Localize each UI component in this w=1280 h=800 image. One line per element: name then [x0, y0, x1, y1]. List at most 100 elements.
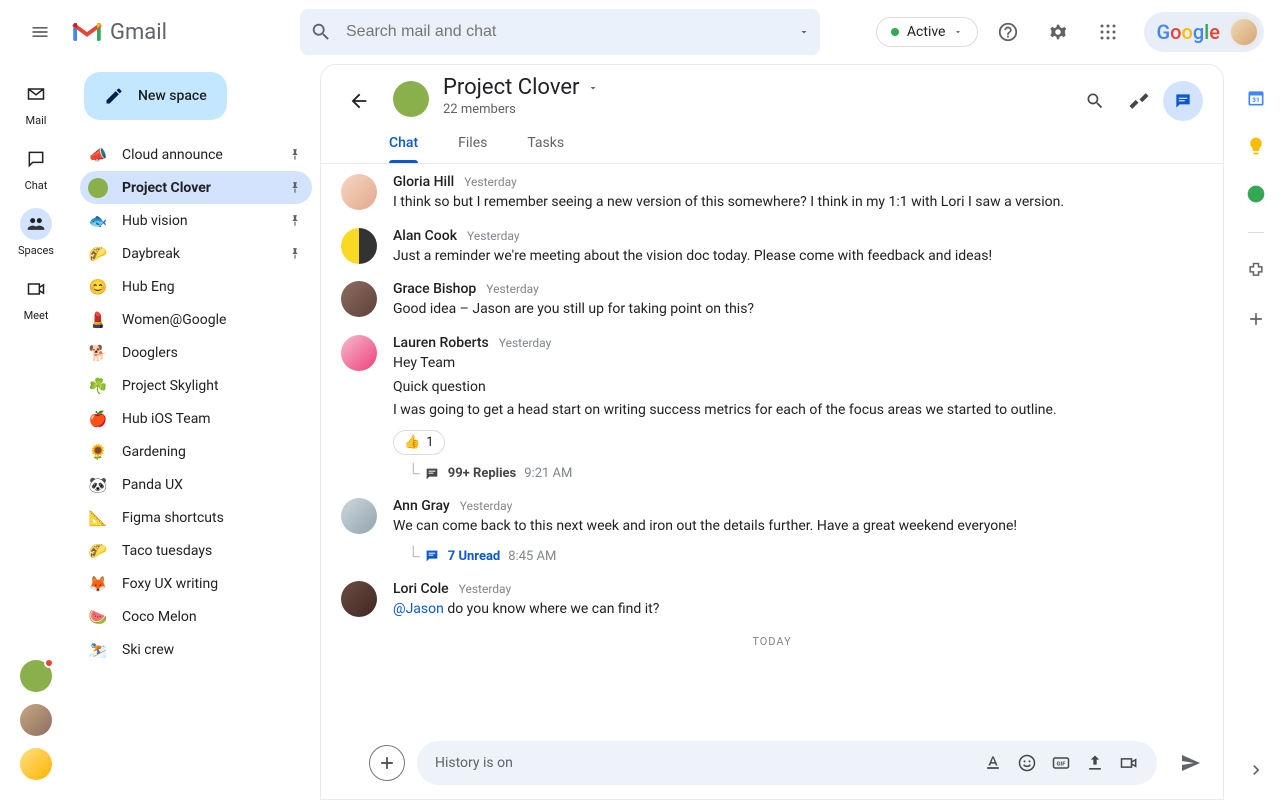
space-item[interactable]: 🌮 Taco tuesdays [80, 534, 312, 567]
chat-header: Project Clover 22 members [321, 65, 1223, 121]
add-attachment-button[interactable] [369, 745, 405, 781]
nav-meet[interactable]: Meet [4, 267, 68, 328]
reaction-chip[interactable]: 👍1 [393, 430, 445, 455]
tab-files[interactable]: Files [458, 131, 487, 163]
message-avatar[interactable] [341, 581, 377, 617]
mail-icon [26, 84, 46, 104]
message-text: Just a reminder we're meeting about the … [393, 246, 1203, 268]
space-item[interactable]: 💄Women@Google [80, 303, 312, 336]
contacts-icon[interactable] [1246, 184, 1266, 204]
space-avatar[interactable] [393, 81, 429, 117]
search-icon [310, 21, 332, 43]
hamburger-icon [30, 22, 50, 42]
message-author[interactable]: Gloria Hill [393, 174, 454, 190]
compose-input[interactable]: History is on GIF [417, 741, 1157, 785]
space-item[interactable]: ⛷️Ski crew [80, 633, 312, 666]
send-button[interactable] [1179, 751, 1203, 775]
search-input[interactable] [346, 23, 784, 41]
message: Lori ColeYesterday@Jason do you know whe… [341, 581, 1203, 621]
account-switcher[interactable]: Google [1144, 12, 1264, 52]
user-avatar[interactable] [1228, 16, 1260, 48]
space-item[interactable]: 🦊Foxy UX writing [80, 567, 312, 600]
message-author[interactable]: Ann Gray [393, 498, 450, 514]
back-button[interactable] [339, 81, 379, 121]
space-item[interactable]: 🐼Panda UX [80, 468, 312, 501]
space-name: Project Skylight [122, 378, 302, 394]
space-name: Taco tuesdays [122, 543, 302, 559]
side-panel: 31 [1232, 64, 1280, 800]
space-item[interactable]: Project Clover [80, 171, 312, 204]
message-avatar[interactable] [341, 281, 377, 317]
space-title[interactable]: Project Clover [443, 75, 1061, 100]
format-icon[interactable] [983, 753, 1003, 773]
message-avatar[interactable] [341, 335, 377, 371]
main-menu-button[interactable] [16, 8, 64, 56]
space-item[interactable]: 🐟Hub vision [80, 204, 312, 237]
gif-icon[interactable]: GIF [1051, 753, 1071, 773]
search-bar[interactable] [300, 9, 820, 55]
space-item[interactable]: 🐕Dooglers [80, 336, 312, 369]
nav-spaces[interactable]: Spaces [4, 202, 68, 263]
space-emoji-icon: 💄 [88, 310, 108, 330]
thread-unread-link[interactable]: └7 Unread8:45 AM [407, 546, 1203, 567]
thread-replies-link[interactable]: └99+ Replies9:21 AM [407, 463, 1203, 484]
space-item[interactable]: 🍎Hub iOS Team [80, 402, 312, 435]
calendar-icon[interactable]: 31 [1246, 88, 1266, 108]
message-author[interactable]: Grace Bishop [393, 281, 476, 297]
space-item[interactable]: 📣Cloud announce [80, 138, 312, 171]
members-count[interactable]: 22 members [443, 102, 1061, 117]
space-item[interactable]: 🌮Daybreak [80, 237, 312, 270]
message-text: Hey Team [393, 353, 1203, 375]
space-search-button[interactable] [1075, 81, 1115, 121]
space-name: Figma shortcuts [122, 510, 302, 526]
tab-tasks[interactable]: Tasks [527, 131, 564, 163]
apps-button[interactable] [1088, 12, 1128, 52]
addons-icon[interactable] [1246, 261, 1266, 281]
message: Alan CookYesterdayJust a reminder we're … [341, 228, 1203, 268]
space-item[interactable]: 🌻Gardening [80, 435, 312, 468]
logo-area[interactable]: Gmail [72, 20, 292, 45]
space-item[interactable]: 📐Figma shortcuts [80, 501, 312, 534]
message-avatar[interactable] [341, 174, 377, 210]
space-item[interactable]: ☘️Project Skylight [80, 369, 312, 402]
nav-mail[interactable]: Mail [4, 72, 68, 133]
nav-chat[interactable]: Chat [4, 137, 68, 198]
support-button[interactable] [988, 12, 1028, 52]
message-avatar[interactable] [341, 498, 377, 534]
space-item[interactable]: 😊Hub Eng [80, 270, 312, 303]
chevron-down-icon [587, 82, 599, 94]
collapse-button[interactable] [1119, 81, 1159, 121]
spaces-icon [26, 214, 46, 234]
replies-icon [424, 548, 440, 564]
keep-icon[interactable] [1246, 136, 1266, 156]
get-addons-icon[interactable] [1246, 309, 1266, 329]
search-options-icon[interactable] [798, 26, 810, 38]
tab-chat[interactable]: Chat [389, 131, 418, 163]
expand-side-panel-button[interactable] [1246, 760, 1266, 780]
video-icon[interactable] [1119, 753, 1139, 773]
toggle-chat-panel-button[interactable] [1163, 81, 1203, 121]
pin-icon [288, 214, 302, 228]
space-item[interactable]: 🍉Coco Melon [80, 600, 312, 633]
space-emoji-icon: 🦊 [88, 574, 108, 594]
status-label: Active [907, 24, 946, 40]
new-space-button[interactable]: New space [84, 72, 227, 120]
upload-icon[interactable] [1085, 753, 1105, 773]
message-text: I think so but I remember seeing a new v… [393, 192, 1203, 214]
space-emoji-icon: 🐕 [88, 343, 108, 363]
message-avatar[interactable] [341, 228, 377, 264]
nav-contact-avatar[interactable] [20, 704, 52, 736]
nav-contact-avatar[interactable] [20, 660, 52, 692]
emoji-icon[interactable] [1017, 753, 1037, 773]
message-list[interactable]: Gloria HillYesterdayI think so but I rem… [321, 164, 1223, 731]
message-author[interactable]: Lauren Roberts [393, 335, 489, 351]
message-author[interactable]: Alan Cook [393, 228, 457, 244]
meet-icon [26, 279, 46, 299]
space-emoji-icon: 🌮 [88, 541, 108, 561]
space-emoji-icon: 🐟 [88, 211, 108, 231]
message-author[interactable]: Lori Cole [393, 581, 449, 597]
settings-button[interactable] [1038, 12, 1078, 52]
nav-contact-avatar[interactable] [20, 748, 52, 780]
status-chip[interactable]: Active [876, 17, 979, 47]
mention[interactable]: @Jason [393, 601, 444, 617]
